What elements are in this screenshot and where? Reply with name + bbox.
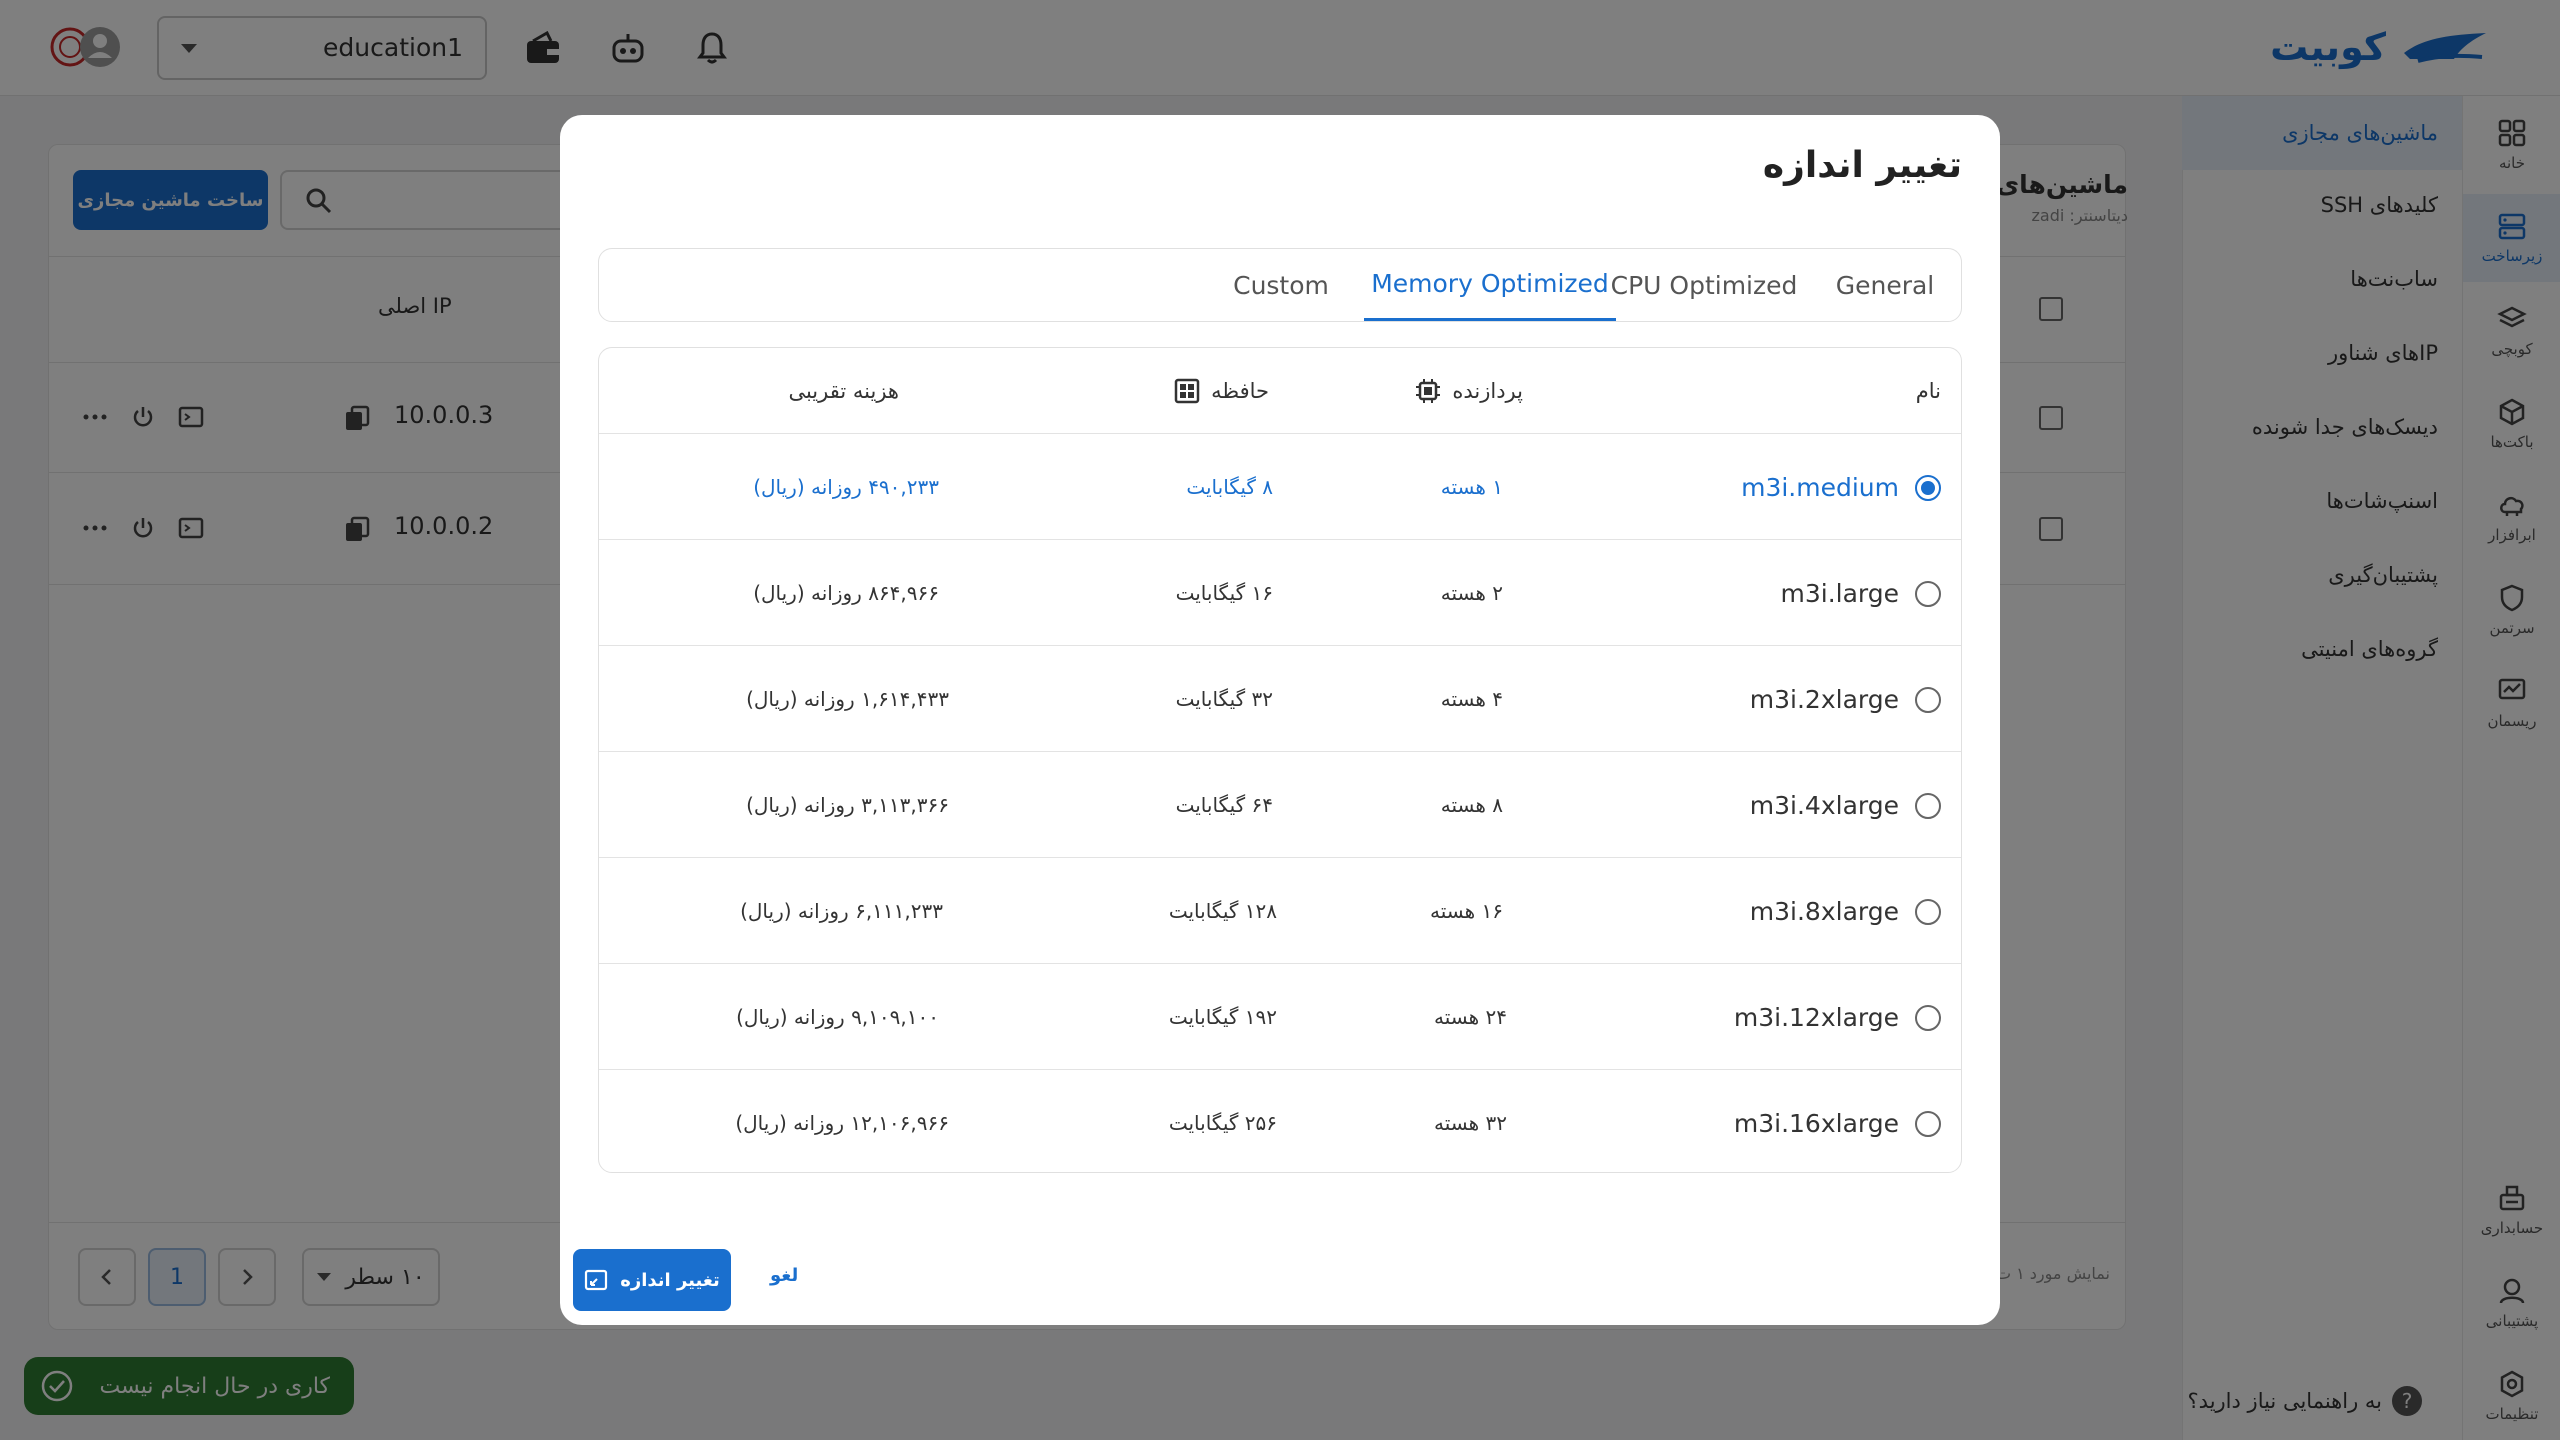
size-cpu: ۳۲ هسته (1434, 1111, 1507, 1135)
size-radio[interactable] (1915, 793, 1941, 819)
column-header-memory: حافظه (1173, 348, 1269, 434)
column-header-cpu-label: پردازنده (1452, 379, 1523, 403)
size-cpu: ۱۶ هسته (1430, 899, 1503, 923)
table-row[interactable]: m3i.large ۲ هسته ۱۶ گیگابایت ۸۶۴,۹۶۶ روز… (599, 540, 1961, 646)
resize-dialog: تغییر اندازه General CPU Optimized Memor… (560, 115, 2000, 1325)
size-memory: ۶۴ گیگابایت (1175, 793, 1273, 817)
tab-cpu-optimized[interactable]: CPU Optimized (1609, 249, 1799, 321)
size-radio[interactable] (1915, 581, 1941, 607)
size-memory: ۱۹۲ گیگابایت (1168, 1005, 1277, 1029)
cancel-button[interactable]: لغو (770, 1265, 798, 1286)
column-header-name: نام (1916, 348, 1941, 434)
size-name: m3i.12xlarge (1733, 1002, 1899, 1032)
size-name: m3i.8xlarge (1749, 896, 1899, 926)
table-row[interactable]: m3i.2xlarge ۴ هسته ۳۲ گیگابایت ۱,۶۱۴,۴۳۳… (599, 646, 1961, 752)
size-name: m3i.medium (1741, 472, 1899, 502)
size-name: m3i.16xlarge (1733, 1108, 1899, 1138)
tab-memory-optimized[interactable]: Memory Optimized (1364, 249, 1616, 321)
size-cost: ۱,۶۱۴,۴۳۳ روزانه (ریال) (746, 687, 949, 711)
size-name: m3i.large (1780, 578, 1899, 608)
size-name: m3i.2xlarge (1749, 684, 1899, 714)
size-memory: ۱۲۸ گیگابایت (1168, 899, 1277, 923)
column-header-cost-label: هزینه تقریبی (788, 379, 899, 403)
table-row[interactable]: m3i.4xlarge ۸ هسته ۶۴ گیگابایت ۳,۱۱۳,۳۶۶… (599, 752, 1961, 858)
size-cost: ۱۲,۱۰۶,۹۶۶ روزانه (ریال) (735, 1111, 949, 1135)
table-row[interactable]: m3i.16xlarge ۳۲ هسته ۲۵۶ گیگابایت ۱۲,۱۰۶… (599, 1070, 1961, 1172)
size-radio[interactable] (1915, 899, 1941, 925)
column-header-cpu: پردازنده (1414, 348, 1523, 434)
size-cost: ۳,۱۱۳,۳۶۶ روزانه (ریال) (746, 793, 949, 817)
size-cost: ۹,۱۰۹,۱۰۰ روزانه (ریال) (736, 1005, 939, 1029)
dialog-title: تغییر اندازه (1762, 145, 1962, 186)
size-cpu: ۲ هسته (1440, 581, 1503, 605)
size-cpu: ۸ هسته (1440, 793, 1503, 817)
size-radio[interactable] (1915, 687, 1941, 713)
size-cost: ۶,۱۱۱,۲۳۳ روزانه (ریال) (740, 899, 943, 923)
resize-button-label: تغییر اندازه (620, 1269, 720, 1291)
column-header-name-label: نام (1915, 379, 1941, 403)
size-memory: ۳۲ گیگابایت (1175, 687, 1273, 711)
size-radio[interactable] (1915, 1005, 1941, 1031)
size-cost: ۸۶۴,۹۶۶ روزانه (ریال) (753, 581, 939, 605)
size-memory: ۸ گیگابایت (1186, 475, 1273, 499)
table-row[interactable]: m3i.12xlarge ۲۴ هسته ۱۹۲ گیگابایت ۹,۱۰۹,… (599, 964, 1961, 1070)
size-cost: ۴۹۰,۲۳۳ روزانه (ریال) (753, 475, 939, 499)
tab-general[interactable]: General (1809, 249, 1961, 321)
cpu-chip-icon (1416, 379, 1441, 403)
size-radio[interactable] (1915, 475, 1941, 501)
size-radio[interactable] (1915, 1111, 1941, 1137)
memory-icon (1174, 378, 1200, 404)
table-row[interactable]: m3i.8xlarge ۱۶ هسته ۱۲۸ گیگابایت ۶,۱۱۱,۲… (599, 858, 1961, 964)
resize-icon (585, 1269, 608, 1291)
table-row[interactable]: m3i.medium ۱ هسته ۸ گیگابایت ۴۹۰,۲۳۳ روز… (599, 434, 1961, 540)
size-cpu: ۲۴ هسته (1434, 1005, 1507, 1029)
size-cpu: ۱ هسته (1440, 475, 1503, 499)
column-header-memory-label: حافظه (1211, 379, 1269, 403)
resize-button[interactable]: تغییر اندازه (573, 1249, 731, 1311)
instance-size-table: نام پردازنده حافظه هزینه تقریبی m3i.medi… (598, 347, 1962, 1173)
column-header-cost: هزینه تقریبی (788, 348, 899, 434)
size-cpu: ۴ هسته (1440, 687, 1503, 711)
size-name: m3i.4xlarge (1749, 790, 1899, 820)
size-memory: ۱۶ گیگابایت (1175, 581, 1273, 605)
table-header: نام پردازنده حافظه هزینه تقریبی (599, 348, 1961, 434)
instance-family-tabs: General CPU Optimized Memory Optimized C… (598, 248, 1962, 322)
tab-custom[interactable]: Custom (1206, 249, 1356, 321)
size-memory: ۲۵۶ گیگابایت (1168, 1111, 1277, 1135)
